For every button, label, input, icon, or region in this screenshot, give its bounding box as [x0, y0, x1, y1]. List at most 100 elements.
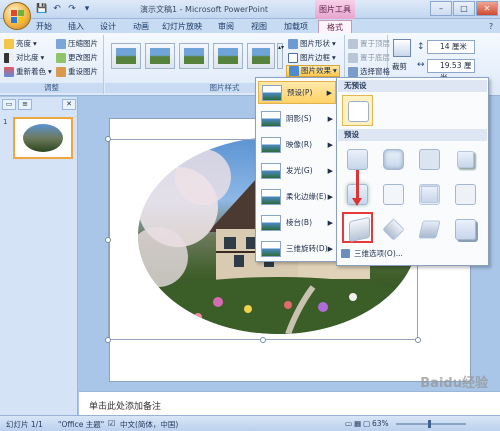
effects-menu-3d-rotation[interactable]: 三维旋转(D) ▶	[258, 237, 336, 260]
redo-icon[interactable]: ↷	[66, 3, 78, 15]
3d-options-link[interactable]: 三维选项(O)...	[341, 248, 403, 259]
compress-pictures-button[interactable]: 压缩图片	[56, 38, 98, 50]
soft-edges-icon	[261, 188, 281, 205]
resize-handle-se[interactable]	[415, 337, 421, 343]
watermark: Baidu经验	[420, 376, 488, 391]
tab-animations[interactable]: 动画	[130, 20, 152, 33]
preset-option[interactable]	[450, 144, 481, 175]
preset-option[interactable]	[378, 144, 409, 175]
zoom-slider[interactable]	[396, 423, 466, 425]
picture-tools-context-label: 图片工具	[315, 0, 355, 19]
close-button[interactable]: ✕	[476, 1, 498, 16]
contrast-button[interactable]: 对比度 ▾	[4, 52, 44, 64]
height-icon: ↕	[417, 42, 425, 52]
change-picture-button[interactable]: 更改图片	[56, 52, 98, 64]
reset-picture-label: 重设图片	[68, 67, 98, 76]
preset-option[interactable]	[450, 214, 481, 245]
preset-option[interactable]	[414, 214, 445, 245]
tab-review[interactable]: 审阅	[215, 20, 237, 33]
spellcheck-icon[interactable]: ☑	[108, 419, 115, 428]
language-status[interactable]: 中文(简体，中国)	[120, 419, 178, 430]
preset-option[interactable]	[450, 179, 481, 210]
notes-pane[interactable]: 单击此处添加备注	[79, 391, 500, 415]
compress-label: 压缩图片	[68, 39, 98, 48]
effects-menu-label: 阴影(S)	[286, 114, 312, 123]
chevron-right-icon: ▶	[327, 192, 333, 201]
send-to-back-label: 置于底层	[360, 53, 390, 62]
preset-option[interactable]	[378, 179, 409, 210]
zoom-slider-thumb[interactable]	[428, 420, 431, 428]
tab-view[interactable]: 视图	[248, 20, 270, 33]
save-icon[interactable]: 💾	[36, 3, 48, 15]
quick-access-toolbar: 💾 ↶ ↷ ▾	[36, 3, 93, 15]
tab-slideshow[interactable]: 幻灯片放映	[160, 20, 204, 33]
preset-option[interactable]	[414, 179, 445, 210]
office-button[interactable]	[3, 2, 31, 30]
effects-menu-preset[interactable]: 预设(P) ▶	[258, 81, 336, 104]
qat-dropdown-icon[interactable]: ▾	[81, 3, 93, 15]
bring-to-front-button[interactable]: 置于顶层	[348, 38, 390, 50]
effects-menu-glow[interactable]: 发光(G) ▶	[258, 159, 336, 182]
picture-border-button[interactable]: 图片边框 ▾	[288, 52, 336, 64]
chevron-right-icon: ▶	[327, 114, 333, 123]
slide-thumbnail[interactable]	[13, 117, 73, 159]
help-icon[interactable]: ?	[486, 20, 496, 33]
style-thumbnail[interactable]	[247, 43, 275, 69]
slides-tab-icon[interactable]: ▭	[2, 99, 16, 110]
bevel-icon	[261, 214, 281, 231]
recolor-button[interactable]: 重新着色 ▾	[4, 66, 52, 78]
zoom-level[interactable]: 63%	[372, 419, 389, 428]
3d-options-icon	[341, 249, 350, 258]
maximize-button[interactable]: □	[453, 1, 475, 16]
tab-design[interactable]: 设计	[97, 20, 119, 33]
adjust-group: 亮度 ▾ 对比度 ▾ 重新着色 ▾ 压缩图片 更改图片 重设图片 调整	[0, 35, 104, 94]
tab-home[interactable]: 开始	[33, 20, 55, 33]
preset-option[interactable]	[414, 144, 445, 175]
effects-menu-reflection[interactable]: 映像(R) ▶	[258, 133, 336, 156]
view-buttons-icon[interactable]: ▭▦▢	[345, 419, 372, 428]
contrast-label: 对比度	[16, 53, 39, 62]
style-thumbnail[interactable]	[179, 43, 209, 69]
resize-handle-s[interactable]	[260, 337, 266, 343]
thumbnail-image	[23, 124, 63, 152]
title-bar: 💾 ↶ ↷ ▾ 演示文稿1 - Microsoft PowerPoint 图片工…	[0, 0, 500, 19]
compress-icon	[56, 39, 66, 49]
outline-tab-icon[interactable]: ≡	[18, 99, 32, 110]
3d-options-label: 三维选项(O)...	[354, 249, 403, 258]
effects-menu-shadow[interactable]: 阴影(S) ▶	[258, 107, 336, 130]
send-to-back-button[interactable]: 置于底层	[348, 52, 390, 64]
preset-option-selected[interactable]	[342, 212, 373, 243]
resize-handle-nw[interactable]	[105, 136, 111, 142]
picture-effects-button[interactable]: 图片效果 ▾	[286, 65, 340, 77]
style-thumbnail[interactable]	[213, 43, 243, 69]
effects-menu-soft-edges[interactable]: 柔化边缘(E) ▶	[258, 185, 336, 208]
height-field[interactable]: 14 厘米	[427, 40, 475, 54]
tab-insert[interactable]: 插入	[65, 20, 87, 33]
style-thumbnail[interactable]	[111, 43, 141, 69]
status-bar: 幻灯片 1/1 "Office 主题" ☑ 中文(简体，中国) ▭▦▢ 63%	[0, 415, 500, 431]
preset-header: 预设	[338, 129, 487, 141]
minimize-button[interactable]: –	[430, 1, 452, 16]
width-icon: ↔	[417, 60, 425, 70]
style-thumbnail[interactable]	[145, 43, 175, 69]
undo-icon[interactable]: ↶	[51, 3, 63, 15]
resize-handle-w[interactable]	[105, 237, 111, 243]
brightness-label: 亮度	[16, 39, 31, 48]
reset-picture-button[interactable]: 重设图片	[56, 66, 98, 78]
picture-effects-menu: 预设(P) ▶ 阴影(S) ▶ 映像(R) ▶ 发光(G) ▶ 柔化边缘(E) ▶ 棱台(…	[255, 77, 337, 262]
tab-addins[interactable]: 加载项	[281, 20, 311, 33]
effects-menu-bevel[interactable]: 棱台(B) ▶	[258, 211, 336, 234]
width-field[interactable]: 19.53 厘米	[427, 59, 475, 82]
preset-option[interactable]	[378, 214, 409, 245]
recolor-label: 重新着色	[16, 67, 46, 76]
picture-border-label: 图片边框	[300, 53, 330, 62]
no-preset-option[interactable]	[342, 95, 373, 126]
close-pane-icon[interactable]: ✕	[62, 99, 76, 110]
style-gallery-scroll[interactable]: ▴▾	[277, 43, 284, 69]
resize-handle-sw[interactable]	[105, 337, 111, 343]
brightness-button[interactable]: 亮度 ▾	[4, 38, 37, 50]
picture-shape-button[interactable]: 图片形状 ▾	[288, 38, 336, 50]
crop-label: 裁剪	[392, 62, 407, 71]
tab-format[interactable]: 格式	[318, 20, 352, 33]
crop-icon[interactable]	[393, 39, 411, 57]
